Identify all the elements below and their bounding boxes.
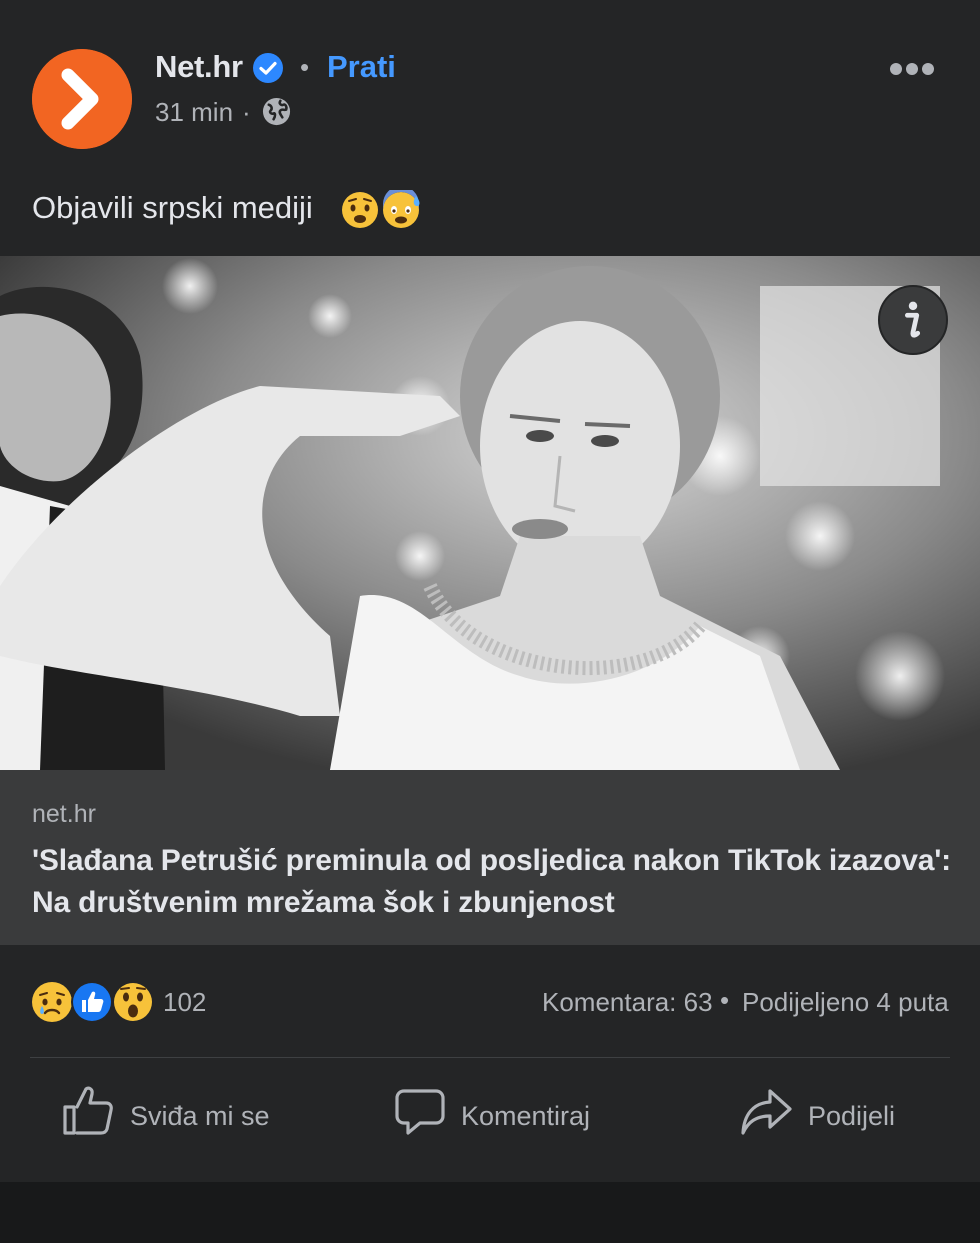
globe-icon bbox=[262, 97, 291, 126]
meta-separator: · bbox=[242, 97, 251, 127]
share-button[interactable]: Podijeli bbox=[740, 1085, 910, 1145]
post-header: Net.hr • Prati 31 min · bbox=[0, 0, 980, 150]
worried-face-icon bbox=[342, 192, 378, 228]
sad-reaction-icon bbox=[32, 982, 72, 1022]
link-domain: net.hr bbox=[32, 800, 96, 828]
post-caption: Objavili srpski mediji bbox=[32, 190, 313, 225]
link-title[interactable]: 'Slađana Petrušić preminula od posljedic… bbox=[32, 840, 962, 924]
more-dots-icon bbox=[890, 63, 902, 75]
verified-badge-icon bbox=[253, 53, 283, 83]
stats-separator: • bbox=[720, 985, 730, 1015]
info-icon bbox=[904, 301, 921, 338]
page-name[interactable]: Net.hr bbox=[155, 49, 243, 85]
wow-reaction-icon bbox=[112, 981, 154, 1023]
brand-logo-icon bbox=[32, 49, 132, 149]
page-avatar[interactable] bbox=[32, 49, 132, 149]
post-photo[interactable] bbox=[0, 256, 980, 770]
post-card: Net.hr • Prati 31 min · Objavili srpski … bbox=[0, 0, 980, 1182]
comment-button[interactable]: Komentiraj bbox=[394, 1085, 604, 1145]
caption-emojis bbox=[342, 190, 420, 228]
share-arrow-icon bbox=[741, 1089, 792, 1135]
reaction-icons[interactable] bbox=[30, 980, 160, 1024]
more-options-button[interactable] bbox=[886, 54, 938, 84]
shares-count[interactable]: Podijeljeno 4 puta bbox=[742, 987, 949, 1018]
like-reaction-icon bbox=[71, 981, 113, 1023]
follow-button[interactable]: Prati bbox=[327, 49, 396, 85]
comment-label: Komentiraj bbox=[461, 1101, 591, 1131]
photo-image bbox=[0, 256, 980, 770]
header-separator: • bbox=[300, 52, 310, 82]
photo-info-button[interactable] bbox=[878, 285, 948, 355]
post-time[interactable]: 31 min bbox=[155, 97, 233, 128]
anxious-sweat-face-icon bbox=[383, 190, 420, 228]
comments-count[interactable]: Komentara: 63 bbox=[542, 987, 713, 1018]
like-button[interactable]: Sviđa mi se bbox=[62, 1085, 282, 1145]
share-label: Podijeli bbox=[808, 1101, 896, 1131]
like-label: Sviđa mi se bbox=[130, 1101, 270, 1131]
comment-bubble-icon bbox=[395, 1089, 445, 1135]
reaction-count[interactable]: 102 bbox=[163, 987, 206, 1018]
actions-divider bbox=[30, 1057, 950, 1058]
thumbs-up-icon bbox=[63, 1086, 113, 1135]
